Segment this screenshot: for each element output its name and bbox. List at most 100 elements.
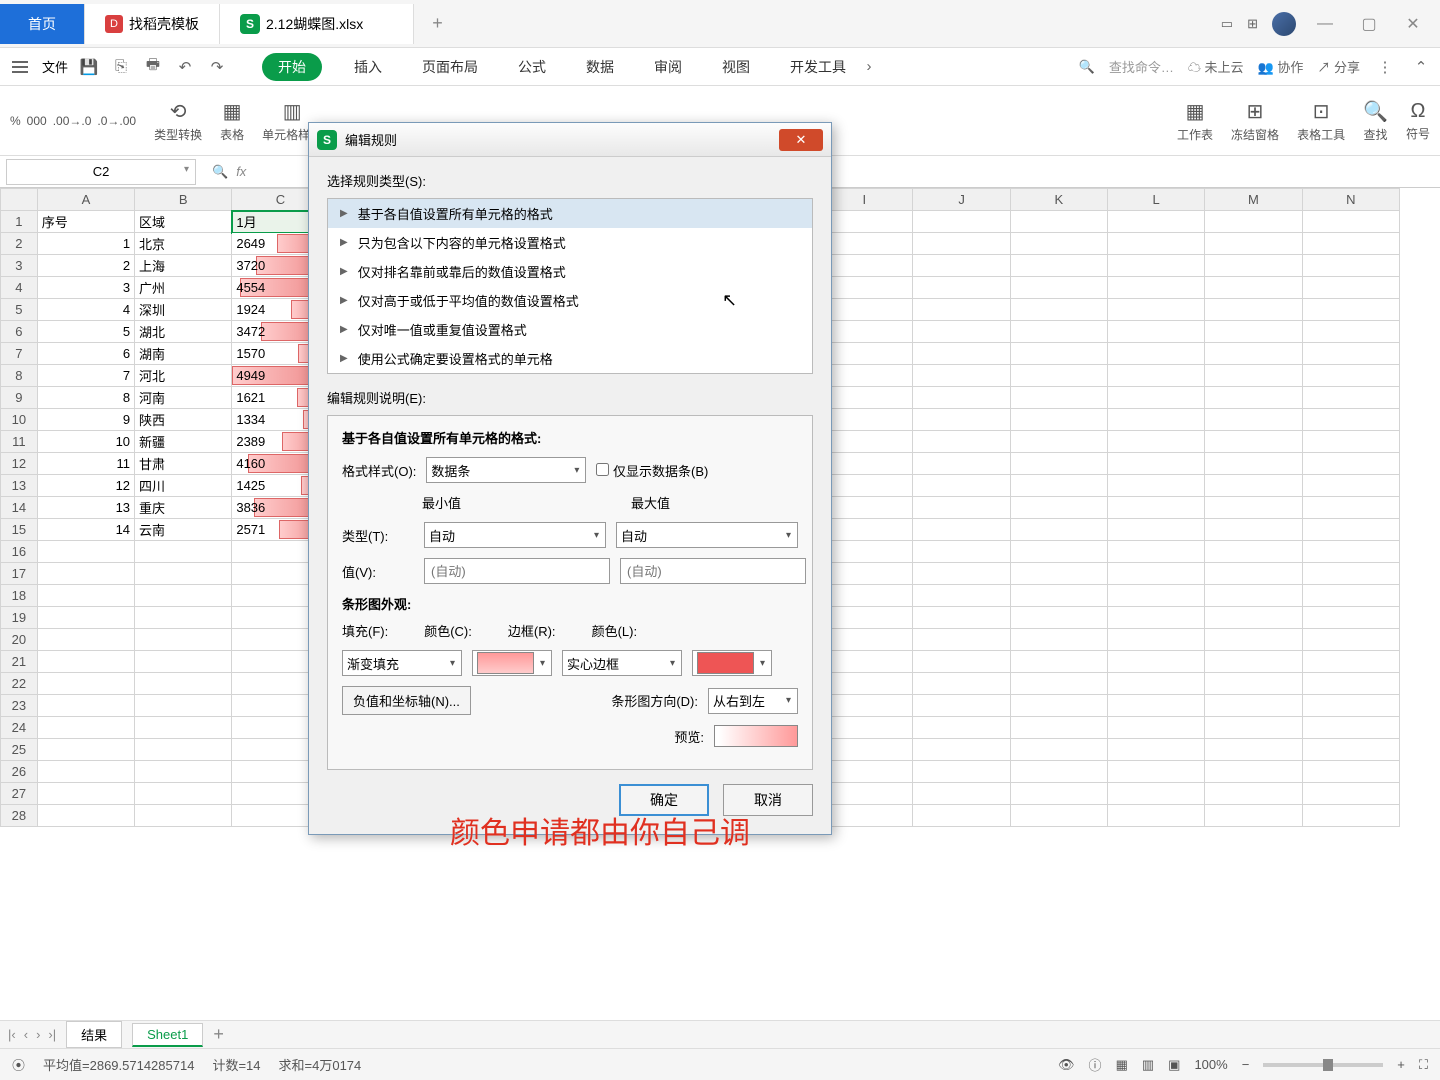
zoom-fx-icon[interactable]: 🔍 <box>212 164 228 180</box>
tab-doke-templates[interactable]: D 找稻壳模板 <box>85 4 220 44</box>
dialog-title-bar[interactable]: S 编辑规则 ✕ <box>309 123 831 157</box>
menu-tab-6[interactable]: 视图 <box>714 53 758 81</box>
view-page-icon[interactable]: ▥ <box>1142 1057 1154 1073</box>
table-tool-button[interactable]: 表格工具 <box>1297 126 1345 143</box>
tab-current-file[interactable]: S 2.12蝴蝶图.xlsx <box>220 4 414 44</box>
rule-type-item[interactable]: ▶基于各自值设置所有单元格的格式 <box>328 199 812 228</box>
record-icon[interactable]: ⦿ <box>12 1055 25 1074</box>
table-tool-icon: ⊡ <box>1313 99 1330 124</box>
select-rule-type-label: 选择规则类型(S): <box>327 171 813 190</box>
cell-reference-box[interactable]: C2 <box>6 159 196 185</box>
table-format-button[interactable]: 表格 <box>220 126 244 143</box>
rule-type-item[interactable]: ▶只为包含以下内容的单元格设置格式 <box>328 228 812 257</box>
max-type-select[interactable]: 自动 <box>616 522 798 548</box>
print-icon[interactable]: 🖶 <box>142 56 164 78</box>
minimize-button[interactable]: — <box>1310 9 1340 39</box>
add-sheet-button[interactable]: + <box>213 1024 224 1045</box>
share-button[interactable]: ↗ 分享 <box>1317 57 1360 76</box>
fill-color-select[interactable] <box>472 650 552 676</box>
rule-type-list[interactable]: ▶基于各自值设置所有单元格的格式▶只为包含以下内容的单元格设置格式▶仅对排名靠前… <box>327 198 813 374</box>
file-menu[interactable]: 文件 <box>42 57 68 76</box>
apps-icon[interactable]: ⊞ <box>1247 16 1258 32</box>
dialog-app-icon: S <box>317 130 337 150</box>
grid-view-icon[interactable]: ▭ <box>1221 16 1233 32</box>
format-style-select[interactable]: 数据条 <box>426 457 586 483</box>
fill-label: 填充(F): <box>342 621 388 640</box>
sheet-last-icon[interactable]: ›| <box>48 1027 56 1042</box>
collapse-ribbon-icon[interactable]: ⌃ <box>1410 56 1432 78</box>
fill-type-select[interactable]: 渐变填充 <box>342 650 462 676</box>
dec-decimal-button[interactable]: .0→.00 <box>97 114 136 128</box>
show-bar-only-checkbox[interactable]: 仅显示数据条(B) <box>596 461 708 480</box>
tab-home[interactable]: 首页 <box>0 4 85 44</box>
freeze-panes-button[interactable]: 冻结窗格 <box>1231 126 1279 143</box>
border-type-select[interactable]: 实心边框 <box>562 650 682 676</box>
collab-button[interactable]: 👥 协作 <box>1258 57 1304 76</box>
fx-icon[interactable]: fx <box>236 164 246 179</box>
status-sum: 求和=4万0174 <box>279 1055 362 1074</box>
fullscreen-icon[interactable]: ⛶ <box>1419 1057 1428 1073</box>
bar-direction-select[interactable]: 从右到左 <box>708 688 798 714</box>
read-mode-icon[interactable]: ⓘ <box>1089 1055 1102 1074</box>
new-tab-button[interactable]: + <box>414 13 461 34</box>
eye-icon[interactable]: 👁 <box>1058 1057 1075 1073</box>
more-icon[interactable]: ⋮ <box>1374 56 1396 78</box>
symbol-button[interactable]: 符号 <box>1406 125 1430 142</box>
redo-icon[interactable]: ↷ <box>206 56 228 78</box>
status-average: 平均值=2869.5714285714 <box>43 1055 194 1074</box>
inc-decimal-button[interactable]: .00→.0 <box>53 114 92 128</box>
border-color-select[interactable] <box>692 650 772 676</box>
zoom-in-button[interactable]: + <box>1397 1057 1405 1072</box>
undo-icon[interactable]: ↶ <box>174 56 196 78</box>
min-type-select[interactable]: 自动 <box>424 522 606 548</box>
type-label: 类型(T): <box>342 526 414 545</box>
rule-type-item[interactable]: ▶使用公式确定要设置格式的单元格 <box>328 344 812 373</box>
sheet-first-icon[interactable]: |‹ <box>8 1027 16 1042</box>
more-menus-icon[interactable]: › <box>858 56 880 78</box>
worksheet-button[interactable]: 工作表 <box>1177 126 1213 143</box>
preview-swatch <box>714 725 798 747</box>
maximize-button[interactable]: ▢ <box>1354 9 1384 39</box>
max-value-input[interactable] <box>620 558 806 584</box>
sheet-tab-result[interactable]: 结果 <box>66 1021 122 1048</box>
hamburger-icon[interactable] <box>8 57 32 77</box>
rule-type-item[interactable]: ▶仅对唯一值或重复值设置格式 <box>328 315 812 344</box>
close-button[interactable]: ✕ <box>1398 9 1428 39</box>
zoom-out-button[interactable]: − <box>1242 1057 1250 1072</box>
cursor-icon: ↖ <box>722 290 737 311</box>
save-icon[interactable]: 💾 <box>78 56 100 78</box>
min-value-input[interactable] <box>424 558 610 584</box>
doke-icon: D <box>105 15 123 33</box>
menu-tab-0[interactable]: 开始 <box>262 53 322 81</box>
menu-tab-1[interactable]: 插入 <box>346 53 390 81</box>
view-break-icon[interactable]: ▣ <box>1168 1057 1180 1073</box>
rule-type-item[interactable]: ▶仅对高于或低于平均值的数值设置格式 <box>328 286 812 315</box>
menu-tab-3[interactable]: 公式 <box>510 53 554 81</box>
find-button[interactable]: 查找 <box>1364 126 1388 143</box>
search-commands[interactable]: 查找命令… <box>1109 57 1174 76</box>
symbol-icon: Ω <box>1411 100 1426 123</box>
border-color-label: 颜色(L): <box>592 621 638 640</box>
sheet-prev-icon[interactable]: ‹ <box>24 1027 28 1042</box>
menu-tab-7[interactable]: 开发工具 <box>782 53 854 81</box>
cloud-status[interactable]: ☁ 未上云 <box>1188 57 1244 76</box>
menu-tab-5[interactable]: 审阅 <box>646 53 690 81</box>
dialog-close-button[interactable]: ✕ <box>779 129 823 151</box>
worksheet-icon: ▦ <box>1186 99 1205 124</box>
negative-axis-button[interactable]: 负值和坐标轴(N)... <box>342 686 471 715</box>
min-header: 最小值 <box>422 493 461 512</box>
thousands-button[interactable]: 000 <box>27 114 47 128</box>
rule-type-item[interactable]: ▶仅对排名靠前或靠后的数值设置格式 <box>328 257 812 286</box>
sheet-tab-sheet1[interactable]: Sheet1 <box>132 1023 203 1047</box>
save-as-icon[interactable]: ⎘ <box>110 56 132 78</box>
avatar[interactable] <box>1272 12 1296 36</box>
zoom-slider[interactable] <box>1263 1063 1383 1067</box>
menu-tab-4[interactable]: 数据 <box>578 53 622 81</box>
menu-tab-2[interactable]: 页面布局 <box>414 53 486 81</box>
type-convert-button[interactable]: 类型转换 <box>154 126 202 143</box>
sheet-next-icon[interactable]: › <box>36 1027 40 1042</box>
percent-button[interactable]: % <box>10 114 21 128</box>
zoom-level[interactable]: 100% <box>1194 1057 1227 1072</box>
fill-color-label: 颜色(C): <box>424 621 472 640</box>
view-normal-icon[interactable]: ▦ <box>1116 1057 1128 1073</box>
